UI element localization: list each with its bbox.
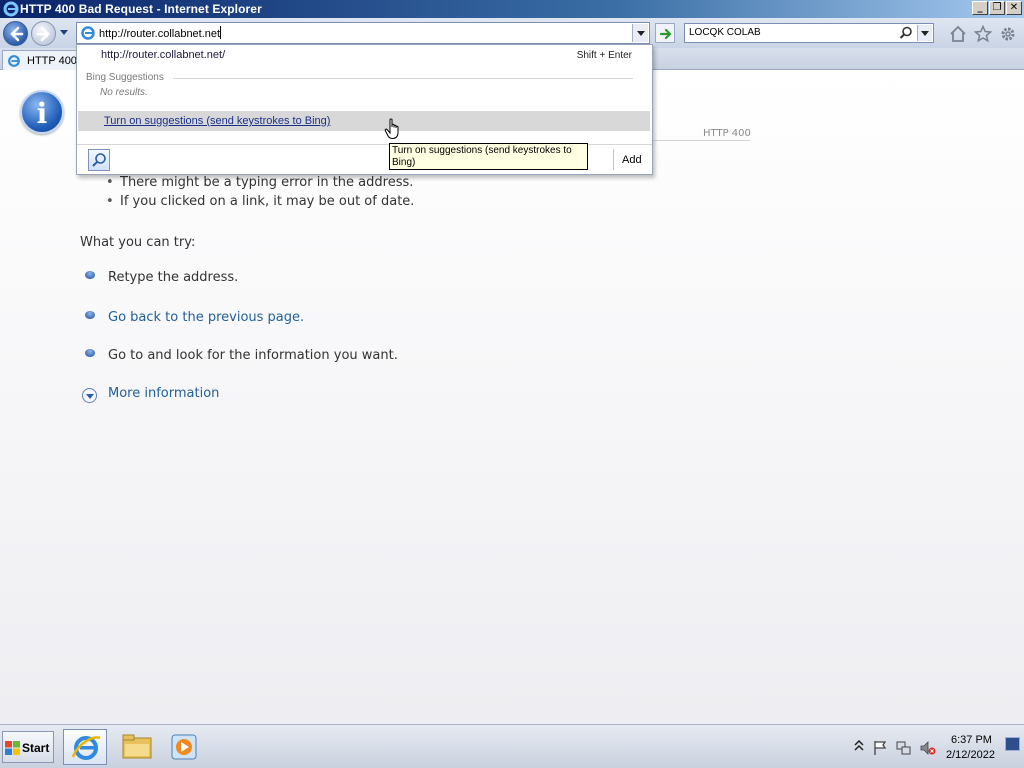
recent-pages-dropdown[interactable] [60, 30, 68, 35]
taskbar: Start 6:37 PM 2/12/2022 [0, 724, 1024, 768]
address-dropdown-button[interactable] [632, 24, 648, 42]
taskbar-windows-explorer[interactable] [115, 729, 159, 765]
retype-address-text: Retype the address. [108, 270, 239, 285]
volume-muted-icon[interactable] [920, 740, 936, 756]
close-button[interactable]: ✕ [1006, 1, 1022, 15]
footer-separator [613, 149, 614, 170]
forward-button[interactable] [31, 21, 56, 46]
internet-explorer-icon [71, 736, 101, 760]
internet-explorer-icon [81, 26, 95, 40]
turn-on-suggestions-row[interactable]: Turn on suggestions (send keystrokes to … [78, 111, 650, 131]
search-icon [92, 153, 106, 167]
add-button[interactable]: Add [622, 154, 642, 166]
taskbar-media-player[interactable] [162, 729, 206, 765]
window-title: HTTP 400 Bad Request - Internet Explorer [20, 2, 262, 16]
tab-label: HTTP 400 [27, 55, 77, 67]
network-icon[interactable] [896, 740, 912, 756]
tab-http-400[interactable]: HTTP 400 [2, 50, 78, 70]
bullet-icon [85, 349, 95, 357]
action-center-flag-icon[interactable] [872, 740, 888, 756]
taskbar-internet-explorer[interactable] [63, 729, 107, 765]
go-arrow-icon [659, 28, 672, 40]
list-item: • There might be a typing error in the ad… [106, 175, 414, 194]
folder-icon [122, 734, 152, 759]
http-status-code: HTTP 400 [703, 128, 751, 139]
minimize-button[interactable]: _ [972, 1, 988, 15]
address-value: http://router.collabnet.net [99, 28, 221, 40]
media-player-icon [171, 734, 197, 760]
address-input[interactable]: http://router.collabnet.net [99, 26, 222, 40]
shortcut-hint: Shift + Enter [576, 50, 632, 61]
back-button[interactable] [3, 21, 28, 46]
show-desktop-button[interactable] [1005, 737, 1020, 751]
forward-arrow-icon [36, 26, 50, 42]
info-glyph: i [36, 97, 48, 130]
go-to-text: Go to and look for the information you w… [108, 348, 398, 363]
go-button[interactable] [655, 23, 675, 43]
windows-logo-icon [5, 741, 20, 755]
address-bar[interactable]: http://router.collabnet.net [76, 22, 650, 44]
cause-text: If you clicked on a link, it may be out … [120, 194, 415, 209]
clock-date[interactable]: 2/12/2022 [946, 749, 995, 761]
restore-button[interactable]: ❐ [989, 1, 1005, 15]
internet-explorer-icon [3, 1, 19, 17]
favorites-star-icon[interactable] [974, 25, 992, 43]
bullet-glyph: • [106, 175, 114, 190]
search-provider-button[interactable] [88, 149, 110, 171]
expand-chevron-icon[interactable] [82, 388, 97, 403]
no-results-text: No results. [100, 87, 148, 98]
cause-text: There might be a typing error in the add… [120, 175, 414, 190]
turn-on-suggestions-link[interactable]: Turn on suggestions (send keystrokes to … [104, 115, 330, 127]
suggestion-tooltip: Turn on suggestions (send keystrokes to … [389, 143, 588, 170]
show-hidden-icons-icon[interactable] [854, 740, 864, 752]
home-icon[interactable] [949, 25, 967, 43]
start-label: Start [22, 741, 50, 755]
tools-gear-icon[interactable] [999, 25, 1017, 43]
go-back-link[interactable]: Go back to the previous page. [108, 310, 304, 325]
back-arrow-icon [10, 26, 24, 42]
list-item: • If you clicked on a link, it may be out… [106, 194, 414, 213]
what-you-can-try-heading: What you can try: [80, 235, 196, 250]
internet-explorer-icon [8, 55, 20, 67]
notification-area: 6:37 PM 2/12/2022 [850, 729, 1022, 765]
bullet-icon [85, 311, 95, 319]
bing-suggestions-heading: Bing Suggestions [86, 72, 164, 83]
info-icon: i [20, 90, 64, 134]
bullet-glyph: • [106, 194, 114, 209]
text-caret [220, 26, 222, 39]
window-titlebar[interactable]: HTTP 400 Bad Request - Internet Explorer… [0, 0, 1024, 18]
bullet-icon [85, 271, 95, 279]
cause-list: • There might be a typing error in the ad… [106, 175, 414, 213]
clock-time[interactable]: 6:37 PM [951, 734, 992, 746]
search-input[interactable]: LOCQK COLAB [689, 27, 761, 38]
search-provider-dropdown[interactable] [917, 25, 932, 41]
hand-cursor-icon [384, 118, 399, 139]
search-icon[interactable] [899, 26, 913, 40]
start-button[interactable]: Start [2, 731, 54, 763]
url-suggestion[interactable]: http://router.collabnet.net/ [101, 49, 225, 61]
search-box[interactable]: LOCQK COLAB [684, 23, 934, 43]
more-information-link[interactable]: More information [108, 386, 219, 401]
section-divider [173, 78, 633, 79]
